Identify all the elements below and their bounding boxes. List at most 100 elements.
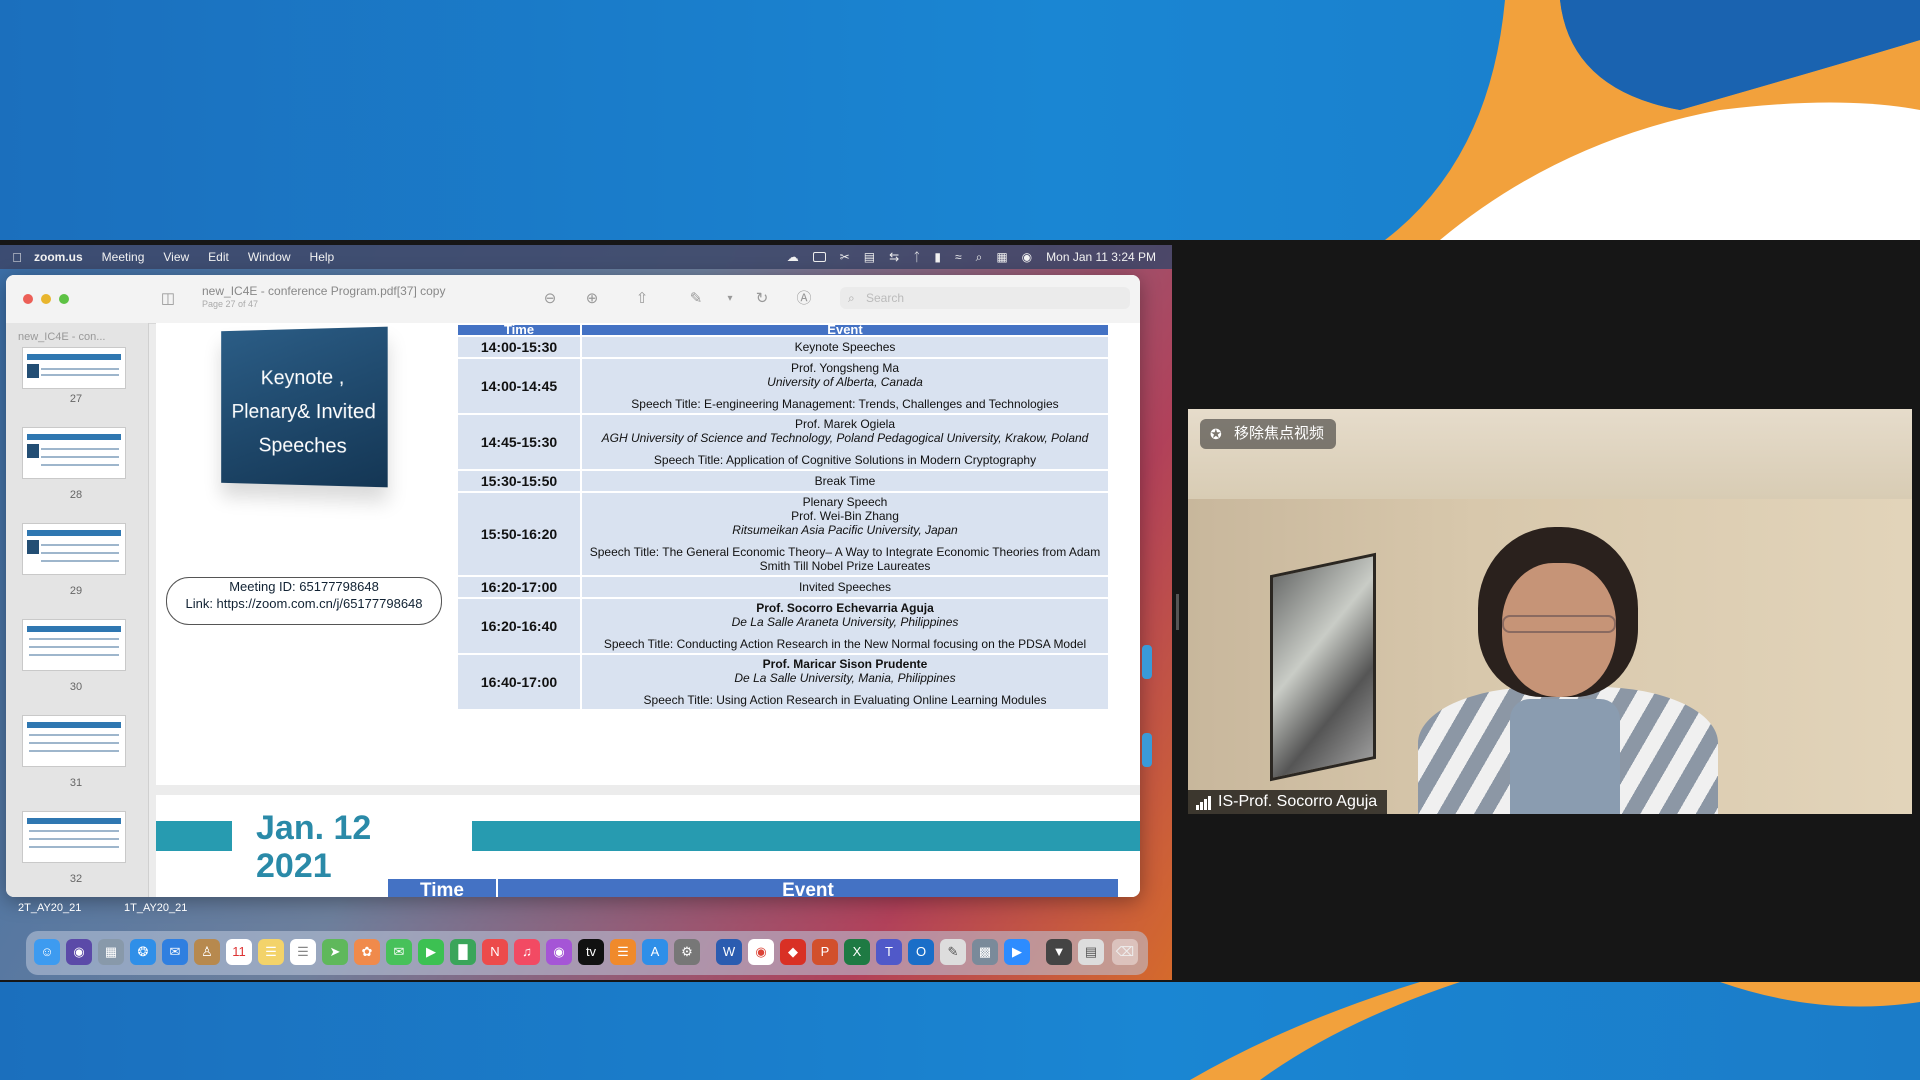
reminders-icon[interactable]: ☰ — [290, 939, 316, 965]
pdf-page: Keynote , Plenary& Invited Speeches Meet… — [156, 323, 1140, 785]
annotate-icon[interactable]: Ⓐ — [794, 289, 814, 309]
time-cell: 14:45-15:30 — [456, 413, 582, 471]
sync-icon[interactable]: ⇆ — [889, 250, 899, 264]
markup-icon[interactable]: ✎ — [686, 289, 706, 309]
minimize-window-button[interactable] — [41, 294, 51, 304]
siri-icon[interactable]: ◉ — [1022, 250, 1032, 264]
orange-swoosh-top — [1385, 0, 1920, 240]
chevron-down-icon[interactable]: ▾ — [720, 289, 740, 309]
folder-icon[interactable]: ▤ — [1078, 939, 1104, 965]
finder-icon[interactable]: ☺ — [34, 939, 60, 965]
calendar-icon[interactable]: 11 — [226, 939, 252, 965]
excel-icon[interactable]: X — [844, 939, 870, 965]
event-cell: Prof. Yongsheng Ma University of Alberta,… — [580, 357, 1110, 415]
event-cell: Prof. Socorro Echevarria Aguja De La Sall… — [580, 597, 1110, 655]
meeting-link[interactable]: Link: https://zoom.com.cn/j/65177798648 — [167, 595, 441, 612]
chrome-icon[interactable]: ◉ — [748, 939, 774, 965]
safari-icon[interactable]: ❂ — [130, 939, 156, 965]
screen-icon[interactable]: ▤ — [864, 250, 875, 264]
close-window-button[interactable] — [23, 294, 33, 304]
search-icon: ⌕ — [848, 291, 855, 305]
rotate-icon[interactable]: ↻ — [752, 289, 772, 309]
control-center-icon[interactable]: ▦ — [996, 250, 1007, 264]
table-row: 16:20-16:40 Prof. Socorro Echevarria Aguj… — [456, 597, 1110, 655]
system-preferences-icon[interactable]: ⚙ — [674, 939, 700, 965]
event-line: Prof. Wei-Bin Zhang — [791, 509, 899, 523]
thumbnail-page[interactable] — [22, 619, 126, 671]
keynote-graphic: Keynote , Plenary& Invited Speeches — [221, 326, 388, 488]
date-line-2: 2021 — [256, 847, 332, 885]
menu-edit[interactable]: Edit — [208, 250, 229, 264]
contacts-icon[interactable]: ♙ — [194, 939, 220, 965]
podcasts-icon[interactable]: ◉ — [546, 939, 572, 965]
menu-view[interactable]: View — [163, 250, 189, 264]
music-icon[interactable]: ♫ — [514, 939, 540, 965]
cloud-icon[interactable]: ☁ — [787, 250, 799, 264]
maps-icon[interactable]: ➤ — [322, 939, 348, 965]
time-cell: 15:50-16:20 — [456, 491, 582, 577]
thumbnail-label: 32 — [69, 873, 83, 885]
table-row: 14:00-15:30 Keynote Speeches — [456, 335, 1110, 359]
event-line: Plenary Speech — [802, 495, 888, 509]
outlook-icon[interactable]: O — [908, 939, 934, 965]
menubar-clock[interactable]: Mon Jan 11 3:24 PM — [1046, 250, 1156, 264]
desktop-file[interactable]: 1T_AY20_21 — [124, 902, 187, 914]
tv-icon[interactable]: tv — [578, 939, 604, 965]
siri-icon[interactable]: ◉ — [66, 939, 92, 965]
event-line: AGH University of Science and Technology… — [601, 431, 1089, 445]
time-cell: 14:00-14:45 — [456, 357, 582, 415]
zoom-in-icon[interactable]: ⊕ — [582, 289, 602, 309]
news-icon[interactable]: N — [482, 939, 508, 965]
menu-app-name[interactable]: zoom.us — [34, 250, 83, 264]
zoom-window-button[interactable] — [59, 294, 69, 304]
thumbnail-label: 27 — [69, 393, 83, 405]
search-field[interactable]: ⌕ Search — [840, 287, 1130, 309]
facetime-icon[interactable]: ▶ — [418, 939, 444, 965]
zoom-out-icon[interactable]: ⊖ — [540, 289, 560, 309]
word-icon[interactable]: W — [716, 939, 742, 965]
unpin-video-button[interactable]: ✪ 移除焦点视频 — [1200, 419, 1337, 449]
battery-icon[interactable]: ▮ — [934, 250, 941, 264]
thumbnail-label: 31 — [69, 777, 83, 789]
notes-icon[interactable]: ☰ — [258, 939, 284, 965]
desktop-widget — [1142, 733, 1152, 767]
thumbnail-page[interactable] — [22, 523, 126, 575]
thumbnail-page[interactable] — [22, 811, 126, 863]
thumbnail-page[interactable] — [22, 715, 126, 767]
orange-swoosh-bottom — [1190, 982, 1920, 1080]
messages-icon[interactable]: ✉ — [386, 939, 412, 965]
panel-resize-handle[interactable] — [1176, 594, 1179, 630]
zoom-icon[interactable]: ▶ — [1004, 939, 1030, 965]
menu-meeting[interactable]: Meeting — [102, 250, 145, 264]
powerpoint-icon[interactable]: P — [812, 939, 838, 965]
teams-icon[interactable]: T — [876, 939, 902, 965]
acrobat-icon[interactable]: ◆ — [780, 939, 806, 965]
mail-icon[interactable]: ✉ — [162, 939, 188, 965]
numbers-icon[interactable]: █ — [450, 939, 476, 965]
share-icon[interactable]: ⇧ — [632, 289, 652, 309]
app-store-icon[interactable]: A — [642, 939, 668, 965]
sidebar-toggle-icon[interactable]: ◫ — [158, 289, 178, 309]
wifi-icon[interactable]: ≈ — [955, 250, 962, 264]
thumbnail-page[interactable] — [22, 347, 126, 389]
meeting-id: Meeting ID: 65177798648 — [229, 579, 379, 594]
menu-help[interactable]: Help — [310, 250, 335, 264]
bluetooth-icon[interactable]: ᛏ — [913, 250, 920, 264]
screen-sharing-icon[interactable]: ▩ — [972, 939, 998, 965]
photos-icon[interactable]: ✿ — [354, 939, 380, 965]
spotlight-icon[interactable]: ⌕ — [976, 250, 983, 265]
launchpad-icon[interactable]: ▦ — [98, 939, 124, 965]
keynote-line: Speeches — [258, 434, 347, 458]
apple-icon[interactable]:  — [0, 250, 34, 265]
books-icon[interactable]: ☰ — [610, 939, 636, 965]
trash-icon[interactable]: ⌫ — [1112, 939, 1138, 965]
menu-window[interactable]: Window — [248, 250, 291, 264]
sidebar-title: new_IC4E - con... — [18, 331, 106, 343]
event-line: Keynote Speeches — [794, 340, 896, 354]
desktop-file[interactable]: 2T_AY20_21 — [18, 902, 81, 914]
thumbnail-page[interactable] — [22, 427, 126, 479]
scissors-icon[interactable]: ✂ — [840, 250, 850, 264]
script-editor-icon[interactable]: ✎ — [940, 939, 966, 965]
downloads-icon[interactable]: ▼ — [1046, 939, 1072, 965]
window-icon[interactable] — [812, 252, 826, 262]
